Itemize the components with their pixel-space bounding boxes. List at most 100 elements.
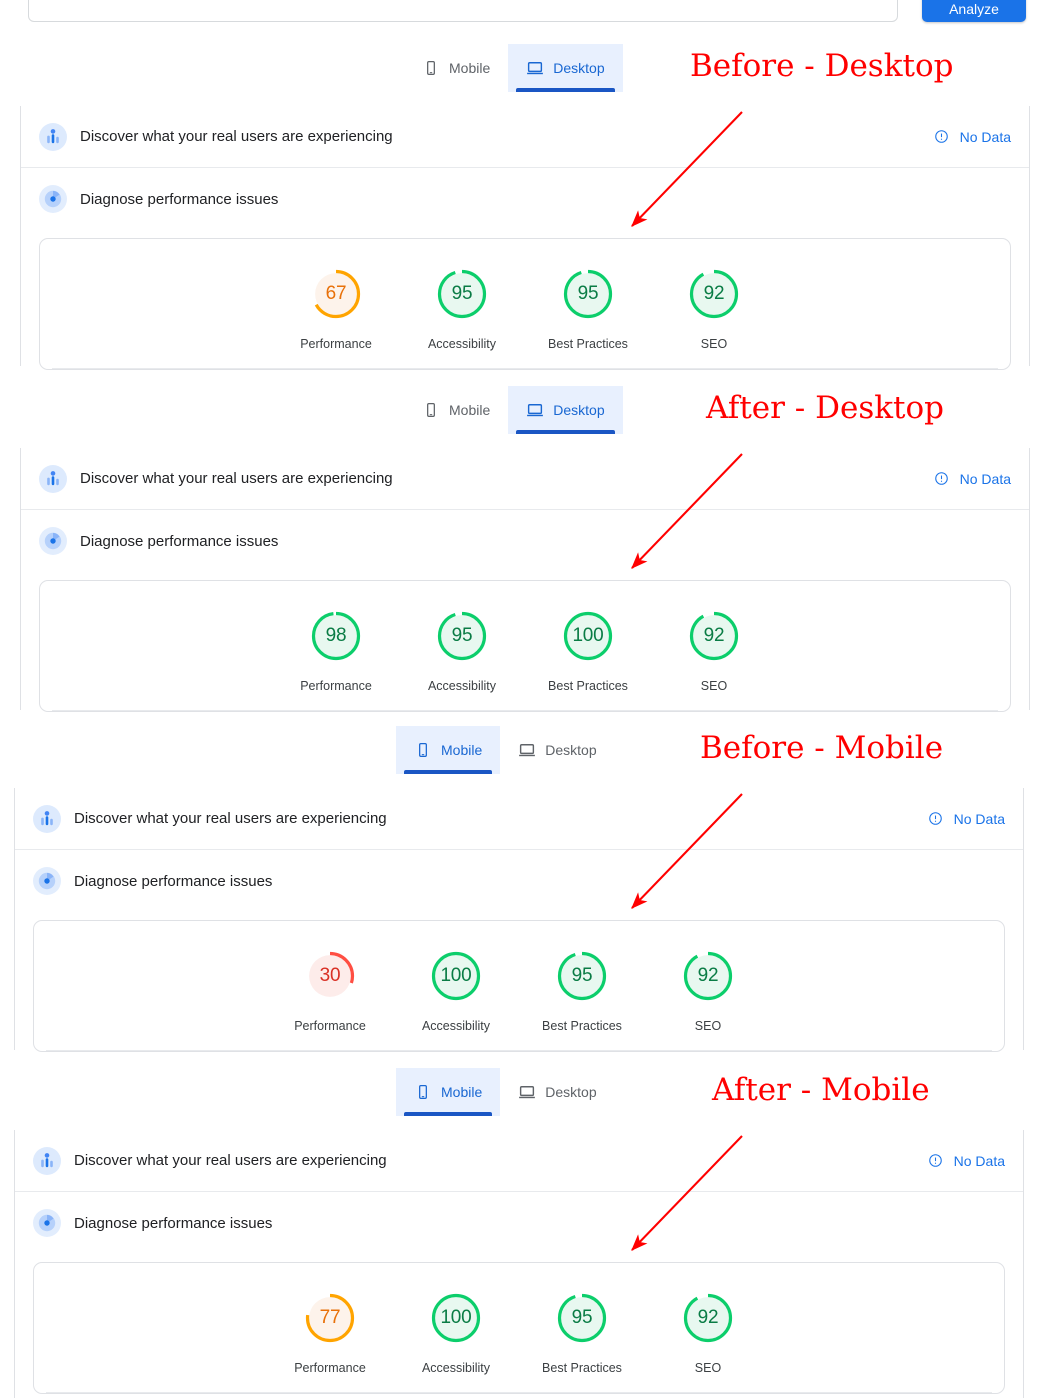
score-value: 77 — [319, 1307, 341, 1328]
score-gauge[interactable]: 98 Performance — [273, 609, 399, 693]
score-panel: 67 Performance 95 Accessibility 95 Best Pract… — [39, 238, 1011, 370]
score-category-label: Best Practices — [542, 1361, 622, 1375]
tab-mobile[interactable]: Mobile — [404, 386, 508, 434]
mobile-icon — [414, 741, 432, 759]
no-data-badge[interactable]: No Data — [934, 129, 1011, 145]
score-gauges: 98 Performance 95 Accessibility 100 Best Prac… — [40, 581, 1010, 693]
score-dial: 95 — [561, 267, 615, 321]
tab-desktop-label: Desktop — [553, 402, 605, 418]
tab-mobile-label: Mobile — [449, 60, 491, 76]
tab-desktop[interactable]: Desktop — [500, 1068, 614, 1116]
score-dial: 92 — [681, 1291, 735, 1345]
score-gauge[interactable]: 95 Accessibility — [399, 267, 525, 351]
score-gauge[interactable]: 30 Performance — [267, 949, 393, 1033]
tab-desktop[interactable]: Desktop — [508, 386, 623, 434]
no-data-badge[interactable]: No Data — [928, 1153, 1005, 1169]
score-panel: 98 Performance 95 Accessibility 100 Best Prac… — [39, 580, 1011, 712]
score-value: 92 — [697, 1307, 719, 1328]
tab-desktop-label: Desktop — [553, 60, 605, 76]
tab-mobile-label: Mobile — [441, 1084, 483, 1100]
score-gauge[interactable]: 100 Best Practices — [525, 609, 651, 693]
url-input[interactable]: https://hotdomainforwilliams.store/ — [28, 0, 898, 22]
desktop-icon — [526, 401, 544, 419]
panel-divider — [46, 1392, 992, 1393]
score-category-label: Performance — [300, 679, 372, 693]
diagnose-row: Diagnose performance issues — [21, 168, 1029, 230]
score-dial: 98 — [309, 609, 363, 663]
tab-desktop-label: Desktop — [545, 1084, 597, 1100]
desktop-icon — [518, 1083, 536, 1101]
discover-row: Discover what your real users are experi… — [15, 788, 1023, 850]
score-gauge[interactable]: 95 Best Practices — [519, 949, 645, 1033]
desktop-icon — [518, 741, 536, 759]
score-gauge[interactable]: 67 Performance — [273, 267, 399, 351]
score-category-label: Performance — [294, 1361, 366, 1375]
score-gauge[interactable]: 95 Best Practices — [525, 267, 651, 351]
score-category-label: Best Practices — [548, 679, 628, 693]
discover-row: Discover what your real users are experi… — [21, 106, 1029, 168]
score-dial: 100 — [429, 1291, 483, 1345]
score-gauge[interactable]: 92 SEO — [651, 609, 777, 693]
lab-data-icon — [39, 185, 67, 213]
tab-mobile[interactable]: Mobile — [396, 726, 501, 774]
score-dial: 100 — [429, 949, 483, 1003]
score-gauges: 67 Performance 95 Accessibility 95 Best Pract… — [40, 239, 1010, 351]
score-gauge[interactable]: 95 Best Practices — [519, 1291, 645, 1375]
desktop-icon — [526, 59, 544, 77]
score-category-label: Accessibility — [421, 1361, 491, 1375]
discover-title: Discover what your real users are experi… — [80, 128, 393, 145]
url-bar-area: https://hotdomainforwilliams.store/ — [0, 0, 1050, 24]
score-panel: 77 Performance 100 Accessibility 95 Best Prac… — [33, 1262, 1005, 1394]
diagnose-title: Diagnose performance issues — [80, 532, 279, 550]
score-dial: 95 — [555, 1291, 609, 1345]
score-dial: 95 — [435, 267, 489, 321]
tab-desktop-label: Desktop — [545, 742, 597, 758]
score-gauge[interactable]: 92 SEO — [651, 267, 777, 351]
score-dial: 30 — [303, 949, 357, 1003]
score-category-label: SEO — [700, 679, 728, 693]
tab-desktop[interactable]: Desktop — [500, 726, 614, 774]
info-icon — [928, 1153, 944, 1169]
score-value: 95 — [451, 625, 473, 646]
score-dial: 95 — [555, 949, 609, 1003]
score-category-label: Best Practices — [548, 337, 628, 351]
score-gauges: 77 Performance 100 Accessibility 95 Best Prac… — [34, 1263, 1004, 1375]
score-gauge[interactable]: 100 Accessibility — [393, 949, 519, 1033]
diagnose-title: Diagnose performance issues — [80, 190, 279, 208]
score-value: 100 — [440, 1307, 472, 1328]
lab-data-icon — [39, 527, 67, 555]
score-value: 95 — [571, 1307, 593, 1328]
no-data-badge[interactable]: No Data — [934, 471, 1011, 487]
diagnose-title: Diagnose performance issues — [74, 872, 273, 890]
tab-desktop[interactable]: Desktop — [508, 44, 623, 92]
pagespeed-comparison-screenshot: https://hotdomainforwilliams.store/ Anal… — [0, 0, 1050, 1398]
discover-row: Discover what your real users are experi… — [21, 448, 1029, 510]
tab-mobile[interactable]: Mobile — [396, 1068, 501, 1116]
score-gauge[interactable]: 100 Accessibility — [393, 1291, 519, 1375]
annotation-label: After - Mobile — [712, 1072, 930, 1108]
score-value: 95 — [571, 965, 593, 986]
score-category-label: Performance — [300, 337, 372, 351]
results-card: Discover what your real users are experi… — [20, 106, 1030, 370]
mobile-icon — [422, 401, 440, 419]
score-dial: 67 — [309, 267, 363, 321]
panel-divider — [46, 1050, 992, 1051]
score-gauge[interactable]: 92 SEO — [645, 1291, 771, 1375]
diagnose-row: Diagnose performance issues — [21, 510, 1029, 572]
score-dial: 92 — [687, 267, 741, 321]
score-gauge[interactable]: 95 Accessibility — [399, 609, 525, 693]
analyze-button[interactable]: Analyze — [922, 0, 1026, 22]
score-dial: 95 — [435, 609, 489, 663]
score-panel: 30 Performance 100 Accessibility 95 Best Prac… — [33, 920, 1005, 1052]
field-data-icon — [33, 804, 61, 833]
score-dial: 92 — [687, 609, 741, 663]
no-data-badge[interactable]: No Data — [928, 811, 1005, 827]
score-category-label: SEO — [694, 1361, 722, 1375]
score-gauge[interactable]: 92 SEO — [645, 949, 771, 1033]
info-icon — [928, 811, 944, 827]
no-data-label: No Data — [953, 1152, 1005, 1169]
discover-title: Discover what your real users are experi… — [74, 810, 387, 827]
tab-mobile[interactable]: Mobile — [404, 44, 508, 92]
score-category-label: Best Practices — [542, 1019, 622, 1033]
score-gauge[interactable]: 77 Performance — [267, 1291, 393, 1375]
